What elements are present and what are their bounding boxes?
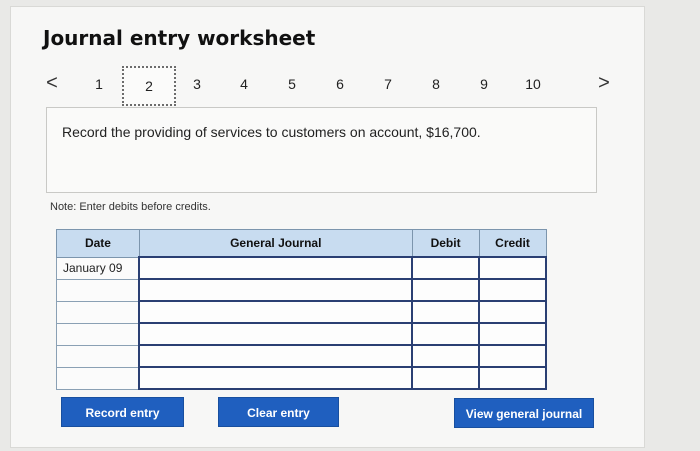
debit-input[interactable]: [411, 366, 481, 390]
page-tab-6[interactable]: 6: [325, 66, 355, 106]
credit-column-header: Credit: [478, 229, 547, 258]
table-row: [56, 366, 547, 390]
date-cell: [56, 300, 140, 324]
page-title: Journal entry worksheet: [43, 26, 316, 50]
page-tab-9[interactable]: 9: [469, 66, 499, 106]
debit-input[interactable]: [411, 256, 481, 280]
page-tab-7[interactable]: 7: [373, 66, 403, 106]
transaction-prompt-box: Record the providing of services to cust…: [46, 107, 597, 193]
date-cell: [56, 366, 140, 390]
credit-input[interactable]: [478, 256, 547, 280]
prev-page-arrow[interactable]: <: [40, 66, 64, 106]
record-entry-button[interactable]: Record entry: [61, 397, 184, 427]
debit-input[interactable]: [411, 344, 481, 368]
page-tab-8[interactable]: 8: [421, 66, 451, 106]
view-general-journal-button[interactable]: View general journal: [454, 398, 594, 428]
account-input[interactable]: [138, 366, 414, 390]
table-row: [56, 300, 547, 324]
debits-credits-note: Note: Enter debits before credits.: [50, 201, 211, 213]
credit-input[interactable]: [478, 366, 547, 390]
table-row: January 09: [56, 256, 547, 280]
table-header-row: Date General Journal Debit Credit: [56, 229, 547, 258]
page-tab-4[interactable]: 4: [229, 66, 259, 106]
page-tab-1[interactable]: 1: [84, 66, 114, 106]
table-row: [56, 344, 547, 368]
date-column-header: Date: [56, 229, 140, 258]
page-tab-2[interactable]: 2: [122, 66, 176, 106]
debit-column-header: Debit: [411, 229, 480, 258]
debit-input[interactable]: [411, 322, 481, 346]
date-cell: [56, 278, 140, 302]
general-journal-column-header: General Journal: [138, 229, 413, 258]
debit-input[interactable]: [411, 300, 481, 324]
page-tab-10[interactable]: 10: [518, 66, 548, 106]
credit-input[interactable]: [478, 300, 547, 324]
table-row: [56, 278, 547, 302]
date-cell: [56, 344, 140, 368]
account-input[interactable]: [138, 278, 414, 302]
date-cell: [56, 322, 140, 346]
credit-input[interactable]: [478, 322, 547, 346]
account-input[interactable]: [138, 322, 414, 346]
debit-input[interactable]: [411, 278, 481, 302]
credit-input[interactable]: [478, 278, 547, 302]
account-input[interactable]: [138, 344, 414, 368]
account-input[interactable]: [138, 300, 414, 324]
account-input[interactable]: [138, 256, 414, 280]
date-cell: January 09: [56, 256, 140, 280]
page-navigation: < 1 2 3 4 5 6 7 8 9 10 >: [40, 66, 620, 106]
credit-input[interactable]: [478, 344, 547, 368]
clear-entry-button[interactable]: Clear entry: [218, 397, 339, 427]
page-tab-3[interactable]: 3: [182, 66, 212, 106]
page-tab-5[interactable]: 5: [277, 66, 307, 106]
table-row: [56, 322, 547, 346]
next-page-arrow[interactable]: >: [592, 66, 616, 106]
transaction-prompt: Record the providing of services to cust…: [62, 124, 481, 140]
journal-entry-table: Date General Journal Debit Credit Januar…: [56, 229, 547, 390]
